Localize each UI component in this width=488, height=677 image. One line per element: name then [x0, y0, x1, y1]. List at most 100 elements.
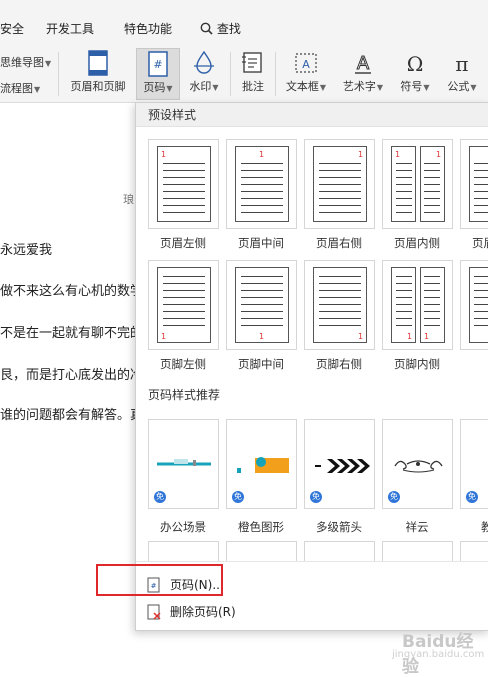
page-preview	[469, 267, 488, 343]
preset-header-outside[interactable]	[460, 139, 488, 229]
watermark-label: 水印	[189, 80, 212, 93]
preset-footer-outside[interactable]	[460, 260, 488, 350]
chevron-down-icon: ▼	[470, 83, 477, 92]
page-number-marker: 1	[424, 332, 430, 341]
preset-caption: 页眉中间	[238, 236, 284, 250]
style-caption: 祥云	[405, 520, 429, 534]
preset-footer-right[interactable]: 1	[304, 260, 375, 350]
free-badge: 免	[388, 491, 400, 503]
comment-icon	[242, 52, 262, 73]
preset-footer-inside[interactable]: 1 1	[382, 260, 453, 350]
document-line: 不是在一起就有聊不完的	[0, 326, 144, 341]
divider	[230, 52, 231, 96]
chevron-down-icon: ▼	[376, 83, 384, 92]
header-footer-icon	[88, 50, 108, 76]
free-badge: 免	[154, 491, 166, 503]
page-preview: 1	[420, 267, 445, 343]
search-label: 查找	[216, 22, 241, 36]
style-multilevel-arrows[interactable]: 免	[304, 419, 375, 509]
symbol-button[interactable]: Ω 符号▼	[394, 48, 436, 100]
menu-special-features[interactable]: 特色功能	[124, 20, 172, 37]
document-line: 谁的问题都会有解答。真	[0, 408, 144, 423]
header-footer-label: 页眉和页脚	[70, 80, 126, 93]
delete-page-number-item[interactable]: 删除页码(R)	[146, 600, 346, 624]
preset-caption: 页眉右侧	[316, 236, 362, 250]
preset-caption: 页眉内侧	[394, 236, 440, 250]
watermark-button[interactable]: 水印▼	[182, 48, 226, 100]
page-number-icon: #	[148, 51, 168, 77]
formula-button[interactable]: π 公式▼	[441, 48, 483, 100]
mindmap-label: 思维导图	[0, 56, 44, 69]
baidu-watermark: Baidu经验 jingyan.baidu.com	[362, 625, 488, 677]
preset-caption: 页眉左侧	[160, 236, 206, 250]
page-preview: 1	[391, 267, 416, 343]
style-caption: 办公场景	[160, 520, 206, 534]
page-number-marker: 1	[407, 332, 413, 341]
style-office-scene[interactable]: 免	[148, 419, 219, 509]
chevron-down-icon: ▼	[319, 83, 327, 92]
flowchart-label: 流程图	[0, 82, 33, 95]
search-icon	[200, 22, 213, 35]
formula-label: 公式	[447, 80, 470, 93]
preset-caption: 页脚中间	[238, 357, 284, 371]
page-preview: 1	[391, 146, 416, 222]
textbox-icon: A	[295, 53, 317, 73]
preset-header-left[interactable]: 1	[148, 139, 219, 229]
style-education[interactable]: 免	[460, 419, 488, 509]
preset-styles-title: 预设样式	[136, 103, 488, 127]
preset-caption: 页眉外侧	[472, 236, 488, 250]
comment-button[interactable]: 批注	[236, 48, 270, 100]
page-preview: 1	[157, 267, 211, 343]
preset-caption: 页脚右侧	[316, 357, 362, 371]
style-orange-shape[interactable]: 免	[226, 419, 297, 509]
free-badge: 免	[310, 491, 322, 503]
document-header-text: 琅	[123, 193, 134, 206]
chevron-down-icon: ▼	[166, 84, 173, 93]
wordart-button[interactable]: A 艺术字▼	[337, 48, 389, 100]
document-line: 做不来这么有心机的数学	[0, 284, 144, 299]
preset-footer-left[interactable]: 1	[148, 260, 219, 350]
flowchart-button[interactable]: 流程图▼	[0, 80, 40, 96]
page-preview: 1	[313, 146, 367, 222]
svg-text:A: A	[357, 53, 370, 74]
delete-page-number-icon	[147, 604, 161, 620]
menu-search[interactable]: 查找	[200, 20, 241, 37]
page-number-marker: 1	[436, 150, 442, 159]
preset-caption: 页脚左侧	[160, 357, 206, 371]
page-preview: 1	[157, 146, 211, 222]
header-footer-button[interactable]: 页眉和页脚	[63, 48, 133, 100]
document-line: 永远爱我	[0, 243, 53, 258]
preset-header-right[interactable]: 1	[304, 139, 375, 229]
page-number-marker: 1	[161, 332, 167, 341]
document-line: 艮，而是打心底发出的冷	[0, 368, 144, 383]
mindmap-button[interactable]: 思维导图▼	[0, 54, 51, 70]
page-preview	[469, 146, 488, 222]
preset-header-center[interactable]: 1	[226, 139, 297, 229]
delete-page-number-label: 删除页码(R)	[170, 605, 236, 619]
ribbon-toolbar: 思维导图▼ 流程图▼ 页眉和页脚 # 页码▼ 水印▼ 批注 A 文本框▼ A 艺…	[0, 44, 488, 103]
page-preview: 1	[420, 146, 445, 222]
chevron-down-icon: ▼	[423, 83, 430, 92]
comment-label: 批注	[242, 80, 264, 93]
page-number-marker: 1	[161, 150, 167, 159]
page-number-button[interactable]: # 页码▼	[136, 48, 180, 100]
watermark-url: jingyan.baidu.com	[392, 649, 485, 660]
chevron-down-icon: ▼	[34, 85, 41, 94]
divider	[275, 52, 276, 96]
omega-icon: Ω	[407, 52, 424, 76]
textbox-button[interactable]: A 文本框▼	[280, 48, 332, 100]
watermark-icon	[194, 50, 214, 74]
svg-text:Ω: Ω	[407, 52, 424, 76]
preset-footer-center[interactable]: 1	[226, 260, 297, 350]
preset-header-inside[interactable]: 1 1	[382, 139, 453, 229]
menu-bar: 安全 开发工具 特色功能 查找	[0, 0, 488, 44]
chevron-down-icon: ▼	[212, 83, 219, 92]
style-caption: 教	[456, 519, 488, 535]
page-number-label: 页码	[143, 81, 166, 94]
menu-security[interactable]: 安全	[0, 20, 24, 37]
menu-developer-tools[interactable]: 开发工具	[46, 20, 94, 37]
page-number-marker: 1	[395, 150, 401, 159]
style-auspicious-cloud[interactable]: 免	[382, 419, 453, 509]
svg-text:π: π	[455, 52, 468, 76]
page-number-marker: 1	[259, 332, 265, 341]
